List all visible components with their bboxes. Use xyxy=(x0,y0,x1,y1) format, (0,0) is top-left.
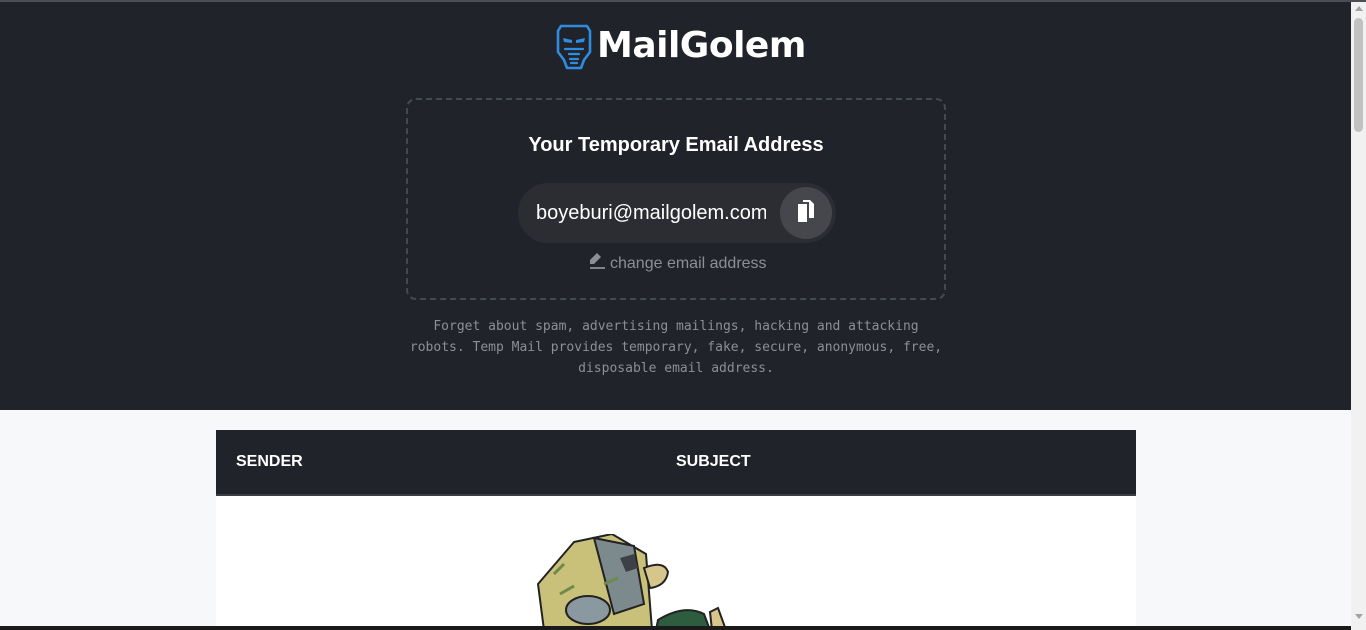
inbox-table: SENDER SUBJECT xyxy=(216,430,1136,630)
copy-button[interactable] xyxy=(780,187,832,239)
site-description: Forget about spam, advertising mailings,… xyxy=(409,319,943,376)
hero-section: MailGolem Your Temporary Email Address b… xyxy=(0,2,1351,410)
page-scrollbar[interactable] xyxy=(1351,2,1366,630)
golem-holding-envelope-illustration xyxy=(534,532,734,630)
scrollbar-thumb[interactable] xyxy=(1354,18,1363,132)
inbox-header-row: SENDER SUBJECT xyxy=(216,430,1136,496)
golem-head-icon xyxy=(555,22,593,70)
column-header-sender: SENDER xyxy=(236,453,303,470)
change-email-label: change email address xyxy=(610,254,767,272)
temp-email-panel: Your Temporary Email Address boyeburi@ma… xyxy=(406,98,946,300)
email-address-value[interactable]: boyeburi@mailgolem.com xyxy=(536,200,766,226)
copy-icon xyxy=(795,198,817,229)
change-email-link[interactable]: change email address xyxy=(588,252,767,275)
email-address-field[interactable]: boyeburi@mailgolem.com xyxy=(518,183,836,243)
panel-title: Your Temporary Email Address xyxy=(528,134,824,156)
column-header-subject: SUBJECT xyxy=(676,453,751,470)
pen-icon xyxy=(588,252,610,275)
scroll-up-arrow-icon[interactable] xyxy=(1355,6,1363,11)
window-bottom-border xyxy=(0,626,1351,630)
scroll-down-arrow-icon[interactable] xyxy=(1355,614,1363,619)
brand-logo[interactable]: MailGolem xyxy=(555,22,806,70)
brand-name: MailGolem xyxy=(597,25,806,66)
